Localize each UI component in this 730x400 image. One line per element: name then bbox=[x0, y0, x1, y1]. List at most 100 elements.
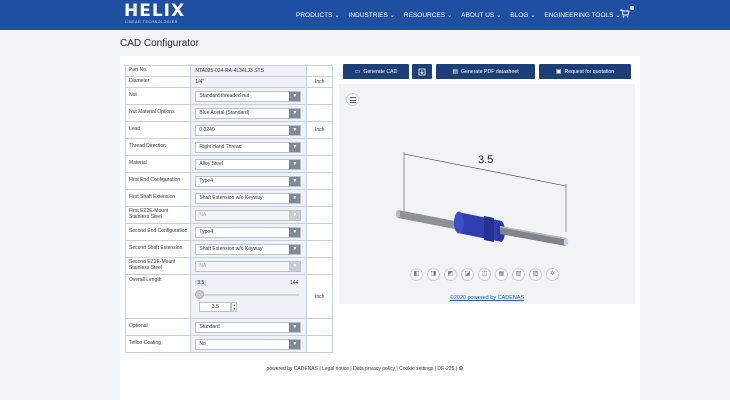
pdf-icon: ▤ bbox=[452, 69, 458, 75]
nut-material-cell: Blue Acetal (Standard) ▼ bbox=[190, 104, 308, 122]
row-second-ez2e: Second EZ2E-Mount Stainless Steel NA ▼ bbox=[124, 257, 333, 275]
optional-select[interactable]: Standard ▼ bbox=[195, 321, 302, 333]
thread-direction-label: Thread Direction bbox=[124, 138, 192, 156]
first-end-cell: Type4 ▼ bbox=[190, 172, 308, 190]
nav-item-label: BLOG bbox=[510, 11, 529, 19]
dropdown-arrow-icon: ▼ bbox=[289, 108, 301, 118]
dropdown-arrow-icon: ▼ bbox=[289, 261, 301, 271]
diameter-unit: Inch bbox=[306, 76, 333, 88]
dropdown-arrow-icon: ▼ bbox=[289, 91, 301, 101]
first-shaft-cell: Shaft Extension w/o Keyway ▼ bbox=[190, 189, 308, 207]
row-teflon: Teflon Coating No ▼ bbox=[124, 335, 333, 353]
request-quotation-label: Request for quotation bbox=[564, 68, 615, 75]
overall-length-cell: 3.5 144 3.5 ▲ ▼ bbox=[190, 274, 308, 319]
cadenas-link[interactable]: ©2020 powered by CADENAS bbox=[339, 295, 635, 301]
top-navigation: HELIX LINEAR TECHNOLOGIES PRODUCTS ⌄ INDU… bbox=[0, 0, 730, 30]
generate-cad-label: Generate CAD bbox=[363, 68, 398, 75]
lead-select[interactable]: 0.0240 ▼ bbox=[195, 124, 302, 136]
helix-logo[interactable]: HELIX LINEAR TECHNOLOGIES bbox=[124, 3, 196, 27]
generate-pdf-label: Generate PDF datasheet bbox=[460, 68, 519, 75]
nut-select[interactable]: Standard threaded nut ▼ bbox=[195, 90, 302, 102]
view-iso-icon[interactable]: ◧ bbox=[410, 268, 423, 281]
view-top-icon[interactable]: ◪ bbox=[461, 268, 474, 281]
nut-material-selected-value: Blue Acetal (Standard) bbox=[199, 109, 250, 116]
nut-selected-value: Standard threaded nut bbox=[199, 92, 250, 99]
diameter-label: Diameter bbox=[124, 76, 192, 88]
thread-direction-unit bbox=[306, 138, 333, 156]
menu-icon[interactable] bbox=[346, 93, 359, 106]
material-unit bbox=[306, 155, 333, 173]
row-overall-length: Overall Length 3.5 144 3.5 ▲ ▼ Inch bbox=[124, 274, 333, 319]
diameter-value: 1/4" bbox=[190, 76, 308, 88]
overall-length-slider-track[interactable] bbox=[199, 293, 300, 296]
settings-icon[interactable]: ✲ bbox=[546, 268, 559, 281]
view-back-icon[interactable]: ◩ bbox=[444, 268, 457, 281]
first-shaft-select[interactable]: Shaft Extension w/o Keyway ▼ bbox=[195, 192, 302, 204]
teflon-select[interactable]: No ▼ bbox=[195, 338, 302, 350]
view-front-icon[interactable]: ◨ bbox=[427, 268, 440, 281]
row-nut-material: Nut Material Options Blue Acetal (Standa… bbox=[124, 104, 333, 122]
row-optional: Optional Standard ▼ bbox=[124, 318, 333, 336]
overall-length-stepper[interactable]: ▲ ▼ bbox=[231, 301, 238, 312]
first-end-select[interactable]: Type4 ▼ bbox=[195, 175, 302, 187]
dropdown-arrow-icon: ▼ bbox=[289, 159, 301, 169]
nut-body bbox=[458, 212, 502, 242]
second-shaft-select[interactable]: Shaft Extension w/o Keyway ▼ bbox=[195, 243, 302, 255]
second-end-selected-value: Type4 bbox=[199, 228, 213, 235]
nav-item-resources[interactable]: RESOURCES ⌄ bbox=[404, 12, 452, 19]
teflon-unit bbox=[306, 335, 333, 353]
lead-label: Lead bbox=[124, 121, 192, 139]
overall-length-control: 3.5 144 3.5 ▲ ▼ bbox=[195, 279, 302, 314]
view-right-icon[interactable]: ▧ bbox=[512, 268, 525, 281]
nut-flange bbox=[484, 216, 494, 242]
nut-unit bbox=[306, 87, 333, 105]
chevron-down-icon: ⌄ bbox=[334, 12, 340, 19]
cart-button[interactable] bbox=[620, 6, 634, 21]
first-end-selected-value: Type4 bbox=[199, 177, 213, 184]
nav-item-label: ENGINEERING TOOLS bbox=[544, 11, 614, 19]
cart-icon bbox=[620, 9, 630, 18]
part-no-unit bbox=[306, 65, 333, 77]
teflon-label: Teflon Coating bbox=[124, 335, 192, 353]
footer-links[interactable]: powered by CADENAS | Legal notice | Data… bbox=[267, 366, 457, 372]
nav-item-products[interactable]: PRODUCTS ⌄ bbox=[296, 12, 340, 19]
wireframe-icon[interactable]: ▨ bbox=[529, 268, 542, 281]
thread-direction-cell: Right Hand Thread ▼ bbox=[190, 138, 308, 156]
overall-length-input[interactable]: 3.5 bbox=[199, 301, 232, 312]
nav-item-label: PRODUCTS bbox=[296, 11, 333, 19]
nav-item-engineering-tools[interactable]: ENGINEERING TOOLS ⌄ bbox=[544, 12, 620, 19]
globe-icon[interactable]: ⊕ bbox=[458, 366, 463, 372]
second-shaft-cell: Shaft Extension w/o Keyway ▼ bbox=[190, 240, 308, 258]
download-button[interactable] bbox=[412, 64, 432, 79]
chevron-down-icon: ⌄ bbox=[530, 12, 536, 19]
row-material: Material Alloy Steel ▼ bbox=[124, 155, 333, 173]
material-label: Material bbox=[124, 155, 192, 173]
footer: powered by CADENAS | Legal notice | Data… bbox=[0, 365, 730, 372]
nav-item-about-us[interactable]: ABOUT US ⌄ bbox=[461, 12, 501, 19]
second-shaft-unit bbox=[306, 240, 333, 258]
chevron-down-icon: ⌄ bbox=[389, 12, 395, 19]
dropdown-arrow-icon: ▼ bbox=[289, 176, 301, 186]
request-quotation-button[interactable]: ▣ Request for quotation bbox=[539, 64, 631, 79]
row-diameter: Diameter 1/4" Inch bbox=[124, 76, 333, 88]
nut-material-select[interactable]: Blue Acetal (Standard) ▼ bbox=[195, 107, 302, 119]
dimension-label: 3.5 bbox=[477, 153, 494, 167]
nut-face-left bbox=[454, 211, 464, 234]
generate-cad-button[interactable]: ▭ Generate CAD bbox=[343, 64, 409, 79]
nav-item-industries[interactable]: INDUSTRIES ⌄ bbox=[349, 12, 395, 19]
overall-length-slider-thumb[interactable] bbox=[195, 289, 205, 299]
thread-direction-select[interactable]: Right Hand Thread ▼ bbox=[195, 141, 302, 153]
second-ez2e-label: Second EZ2E-Mount Stainless Steel bbox=[124, 257, 192, 275]
cad-icon: ▭ bbox=[354, 69, 361, 75]
view-bottom-icon[interactable]: ◫ bbox=[478, 268, 491, 281]
second-end-select[interactable]: Type4 ▼ bbox=[195, 226, 302, 238]
overall-length-max: 144 bbox=[289, 279, 299, 286]
generate-pdf-button[interactable]: ▤ Generate PDF datasheet bbox=[436, 64, 535, 79]
dropdown-arrow-icon: ▼ bbox=[289, 244, 301, 254]
first-ez2e-unit bbox=[306, 206, 333, 224]
second-ez2e-cell: NA ▼ bbox=[190, 257, 308, 275]
row-part-no: Part No. NTA025-024-RA-4L34LJ3 STS bbox=[124, 65, 333, 77]
material-select[interactable]: Alloy Steel ▼ bbox=[195, 158, 302, 170]
nav-item-blog[interactable]: BLOG ⌄ bbox=[510, 12, 535, 19]
view-left-icon[interactable]: ▦ bbox=[495, 268, 508, 281]
